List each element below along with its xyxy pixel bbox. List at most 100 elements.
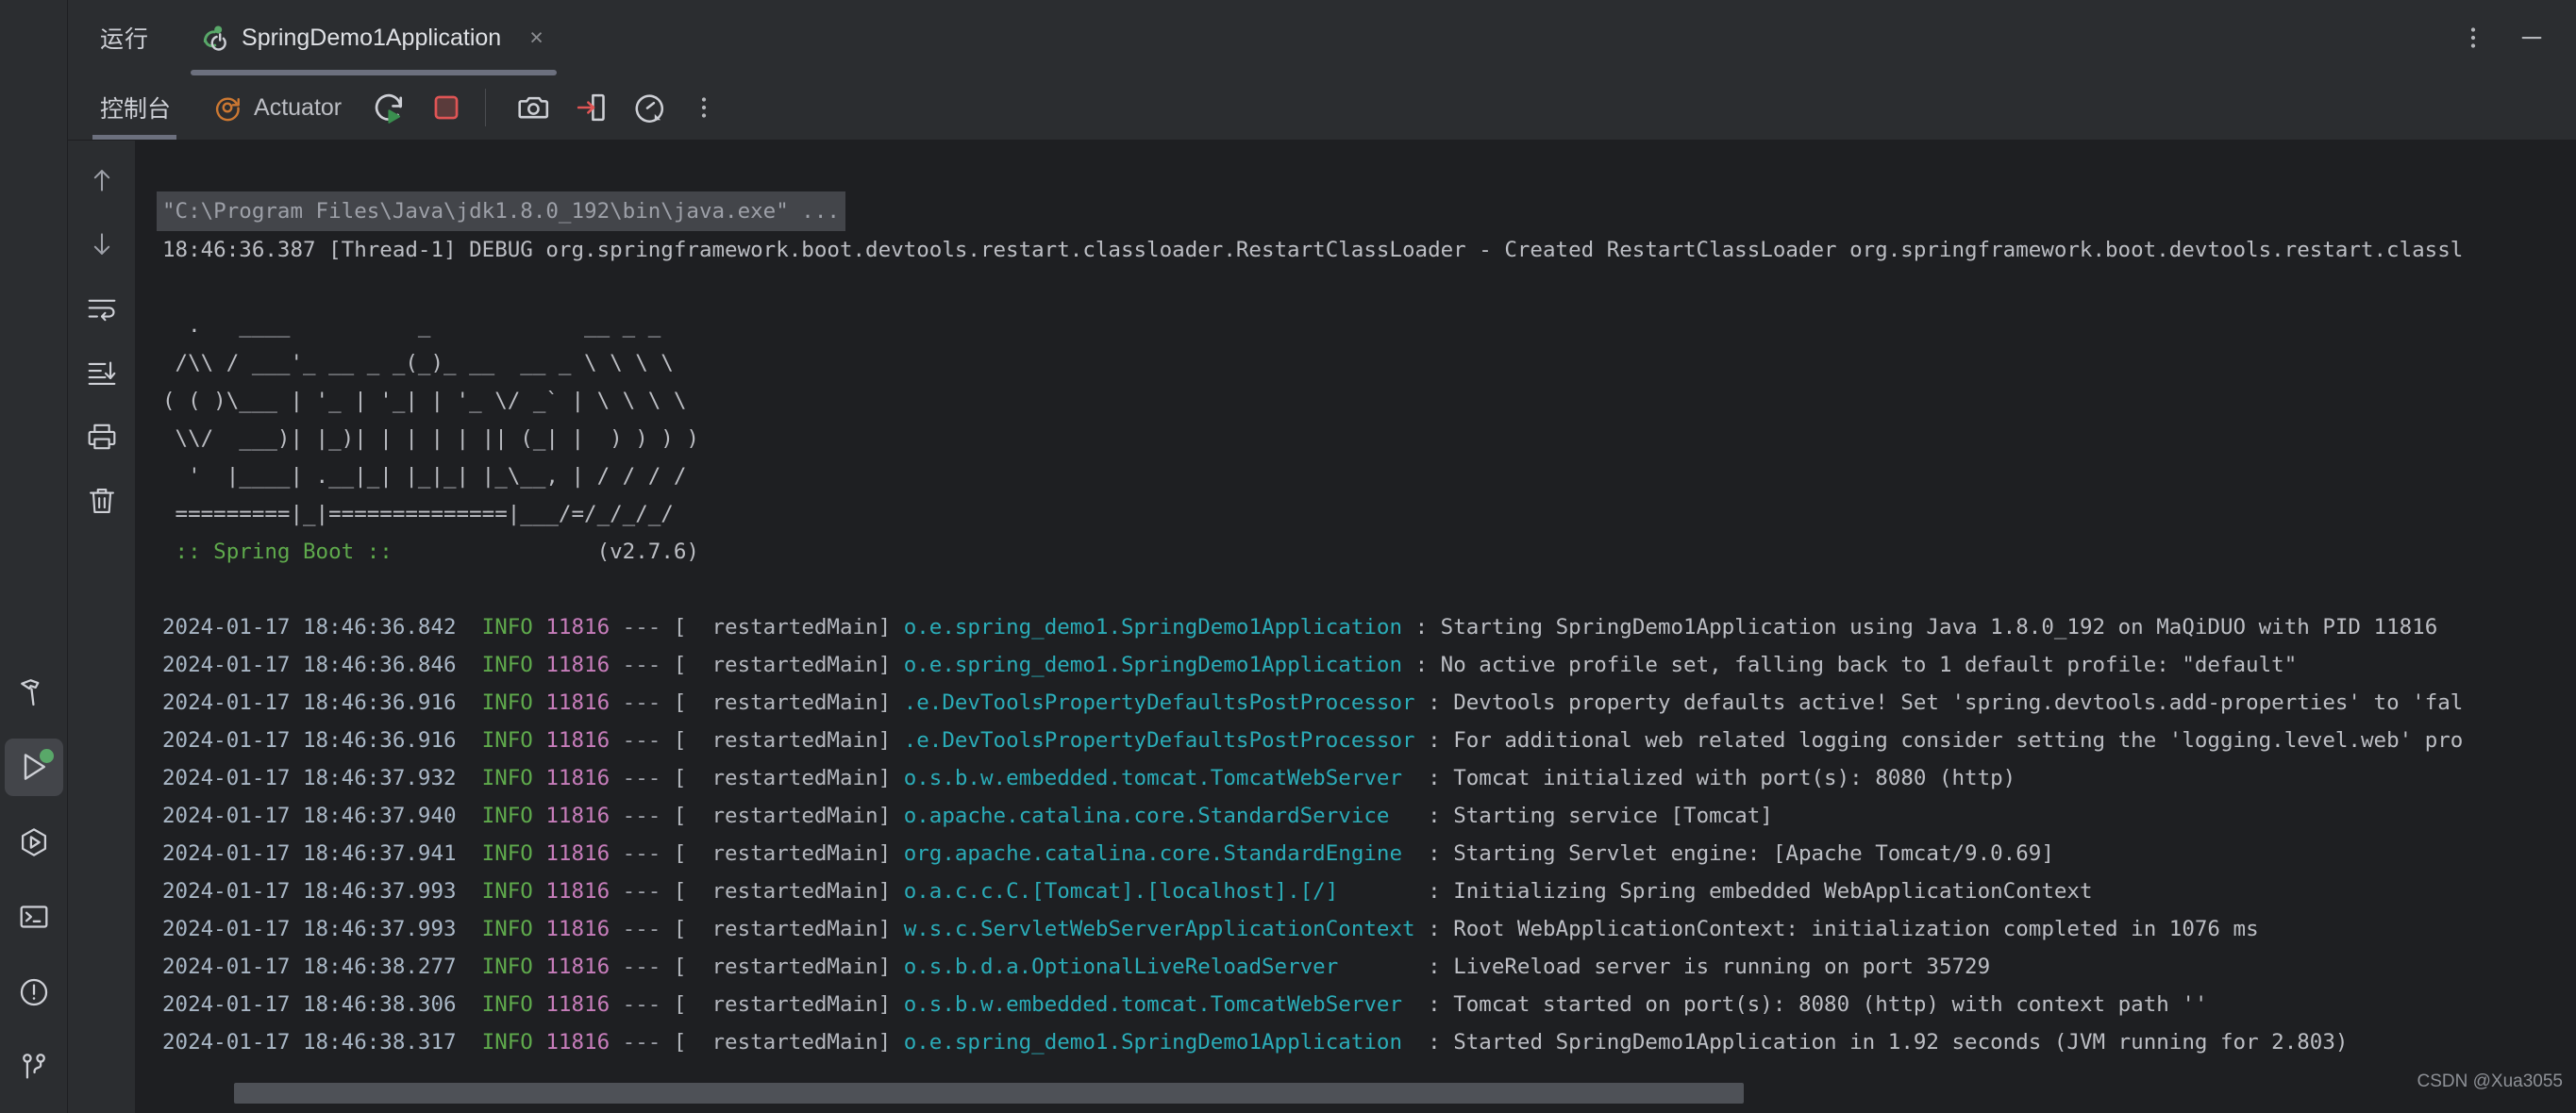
log-thread: [ restartedMain] [673, 804, 892, 828]
sidebar-item-problems[interactable] [5, 963, 63, 1022]
log-dashes: --- [622, 766, 661, 790]
log-timestamp: 2024-01-17 18:46:37.940 [162, 804, 457, 828]
log-level: INFO [481, 728, 533, 753]
window-controls [2459, 0, 2548, 75]
run-status-indicator [39, 748, 54, 763]
actuator-tab-label: Actuator [254, 93, 343, 121]
log-pid: 11816 [545, 653, 611, 677]
log-dashes: --- [622, 955, 661, 979]
screenshot-button[interactable] [510, 84, 558, 131]
log-timestamp: 2024-01-17 18:46:37.932 [162, 766, 457, 790]
log-dashes: --- [622, 653, 661, 677]
log-thread: [ restartedMain] [673, 728, 892, 753]
up-arrow-icon[interactable] [75, 154, 128, 207]
close-icon[interactable]: × [529, 25, 544, 50]
log-row: 2024-01-17 18:46:37.932 INFO 11816 --- [… [162, 766, 2016, 790]
run-action-bar: 控制台 Actuator [68, 75, 2576, 140]
log-row: 2024-01-17 18:46:36.916 INFO 11816 --- [… [162, 690, 2463, 715]
log-message: : LiveReload server is running on port 3… [1428, 955, 1991, 979]
tab-console[interactable]: 控制台 [68, 75, 182, 140]
console-log: "C:\Program Files\Java\jdk1.8.0_192\bin\… [136, 154, 2576, 1099]
log-level: INFO [481, 690, 533, 715]
log-row: 2024-01-17 18:46:37.940 INFO 11816 --- [… [162, 804, 1773, 828]
export-button[interactable] [567, 84, 614, 131]
log-pid: 11816 [545, 804, 611, 828]
log-thread: [ restartedMain] [673, 955, 892, 979]
console-output-area[interactable]: "C:\Program Files\Java\jdk1.8.0_192\bin\… [136, 141, 2576, 1113]
more-options-icon[interactable] [2459, 24, 2487, 52]
scroll-to-end-icon[interactable] [75, 346, 128, 399]
log-dashes: --- [622, 728, 661, 753]
stop-button[interactable] [423, 84, 470, 131]
log-level: INFO [481, 917, 533, 941]
trash-icon[interactable] [75, 474, 128, 527]
horizontal-scrollbar[interactable] [136, 1083, 2576, 1104]
log-timestamp: 2024-01-17 18:46:36.916 [162, 690, 457, 715]
console-gutter-toolbar [68, 141, 136, 1113]
log-message: : Starting SpringDemo1Application using … [1414, 615, 2438, 640]
sidebar-item-build[interactable] [5, 663, 63, 722]
log-pid: 11816 [545, 955, 611, 979]
log-timestamp: 2024-01-17 18:46:36.842 [162, 615, 457, 640]
log-thread: [ restartedMain] [673, 690, 892, 715]
sidebar-item-debug[interactable] [5, 813, 63, 872]
toolbar-separator [485, 89, 487, 126]
log-row: 2024-01-17 18:46:37.993 INFO 11816 --- [… [162, 917, 2259, 941]
log-level: INFO [481, 841, 533, 866]
log-pid: 11816 [545, 1030, 611, 1055]
tab-label: SpringDemo1Application [242, 24, 502, 51]
log-pid: 11816 [545, 879, 611, 904]
rerun-button[interactable] [366, 84, 413, 131]
run-window: 运行 SpringDemo1Application × 控制台 Actuator… [68, 0, 2576, 1113]
log-row: 2024-01-17 18:46:38.317 INFO 11816 --- [… [162, 1030, 2348, 1055]
log-message: : Tomcat initialized with port(s): 8080 … [1428, 766, 2016, 790]
banner-version: (v2.7.6) [405, 540, 699, 564]
banner-line-5: =========|_|==============|___/=/_/_/_/ [162, 502, 674, 526]
git-branch-icon [18, 1051, 50, 1083]
sidebar-item-git[interactable] [5, 1038, 63, 1097]
log-command-line: "C:\Program Files\Java\jdk1.8.0_192\bin\… [157, 191, 845, 231]
log-timestamp: 2024-01-17 18:46:36.846 [162, 653, 457, 677]
minimize-icon[interactable] [2516, 24, 2548, 52]
down-arrow-icon[interactable] [75, 218, 128, 271]
log-message: : For additional web related logging con… [1428, 728, 2464, 753]
log-logger: .e.DevToolsPropertyDefaultsPostProcessor [903, 690, 1415, 715]
log-message: : Devtools property defaults active! Set… [1428, 690, 2464, 715]
hammer-icon [18, 676, 50, 708]
log-timestamp: 2024-01-17 18:46:36.916 [162, 728, 457, 753]
log-row: 2024-01-17 18:46:36.842 INFO 11816 --- [… [162, 615, 2437, 640]
ide-run-tool-window: 运行 SpringDemo1Application × 控制台 Actuator… [0, 0, 2576, 1113]
tool-window-header: 运行 SpringDemo1Application × [68, 0, 2576, 75]
spring-boot-run-icon [200, 23, 230, 53]
log-thread: [ restartedMain] [673, 879, 892, 904]
log-logger: o.apache.catalina.core.StandardService [903, 804, 1415, 828]
log-thread: [ restartedMain] [673, 1030, 892, 1055]
print-icon[interactable] [75, 410, 128, 463]
actuator-icon [212, 92, 243, 123]
log-timestamp: 2024-01-17 18:46:38.317 [162, 1030, 457, 1055]
log-message: : Starting Servlet engine: [Apache Tomca… [1428, 841, 2054, 866]
log-message: : Starting service [Tomcat] [1428, 804, 1773, 828]
log-timestamp: 2024-01-17 18:46:37.941 [162, 841, 457, 866]
log-level: INFO [481, 804, 533, 828]
banner-line-1: /\\ / ___'_ __ _ _(_)_ __ __ _ \ \ \ \ [162, 351, 674, 375]
tool-window-stripe [0, 0, 68, 1113]
sidebar-item-run[interactable] [4, 738, 63, 796]
dashboard-button[interactable] [624, 84, 671, 131]
tab-actuator[interactable]: Actuator [197, 75, 357, 140]
log-logger: o.e.spring_demo1.SpringDemo1Application [903, 653, 1403, 677]
banner-line-0: . ____ _ __ _ _ [162, 313, 661, 338]
more-button[interactable] [680, 84, 728, 131]
sidebar-item-terminal[interactable] [5, 889, 63, 947]
log-pid: 11816 [545, 690, 611, 715]
log-level: INFO [481, 615, 533, 640]
log-thread: [ restartedMain] [673, 653, 892, 677]
log-timestamp: 2024-01-17 18:46:37.993 [162, 879, 457, 904]
log-timestamp: 2024-01-17 18:46:37.993 [162, 917, 457, 941]
soft-wrap-icon[interactable] [75, 282, 128, 335]
terminal-icon [18, 901, 50, 933]
scrollbar-thumb[interactable] [234, 1083, 1744, 1104]
log-pid: 11816 [545, 615, 611, 640]
tab-springdemo1application[interactable]: SpringDemo1Application × [183, 0, 564, 75]
log-timestamp: 2024-01-17 18:46:38.277 [162, 955, 457, 979]
